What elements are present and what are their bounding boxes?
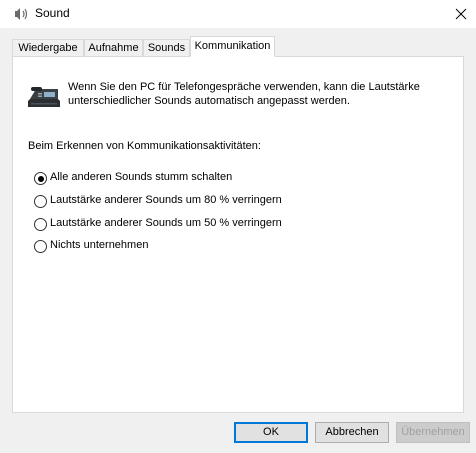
apply-button[interactable]: Übernehmen	[396, 422, 470, 443]
close-button[interactable]	[446, 0, 476, 28]
description-line-1: Wenn Sie den PC für Telefongespräche ver…	[68, 81, 420, 93]
panel-description: Wenn Sie den PC für Telefongespräche ver…	[68, 80, 458, 108]
tab-aufnahme[interactable]: Aufnahme	[84, 39, 143, 56]
cancel-button[interactable]: Abbrechen	[315, 422, 389, 443]
option-label: Alle anderen Sounds stumm schalten	[50, 171, 233, 183]
tab-wiedergabe[interactable]: Wiedergabe	[12, 39, 84, 56]
option-label: Lautstärke anderer Sounds um 50 % verrin…	[50, 217, 282, 229]
close-icon	[455, 8, 467, 20]
kommunikation-panel: Wenn Sie den PC für Telefongespräche ver…	[12, 56, 464, 413]
telephone-icon	[27, 83, 61, 109]
option-label: Nichts unternehmen	[50, 239, 149, 251]
option-label: Lautstärke anderer Sounds um 80 % verrin…	[50, 194, 282, 206]
sound-dialog: Sound Wiedergabe Aufnahme Sounds Kommuni…	[0, 0, 476, 453]
description-line-2: unterschiedlicher Sounds automatisch ang…	[68, 95, 350, 107]
radio-button[interactable]	[34, 172, 47, 185]
radio-button[interactable]	[34, 218, 47, 231]
speaker-icon	[14, 7, 30, 21]
radio-button[interactable]	[34, 240, 47, 253]
ok-button[interactable]: OK	[234, 422, 308, 443]
tab-kommunikation[interactable]: Kommunikation	[190, 36, 275, 57]
radio-button[interactable]	[34, 195, 47, 208]
tab-sounds[interactable]: Sounds	[143, 39, 190, 56]
title-bar[interactable]: Sound	[0, 0, 476, 28]
section-label: Beim Erkennen von Kommunikationsaktivitä…	[28, 140, 261, 152]
window-title: Sound	[35, 6, 70, 20]
